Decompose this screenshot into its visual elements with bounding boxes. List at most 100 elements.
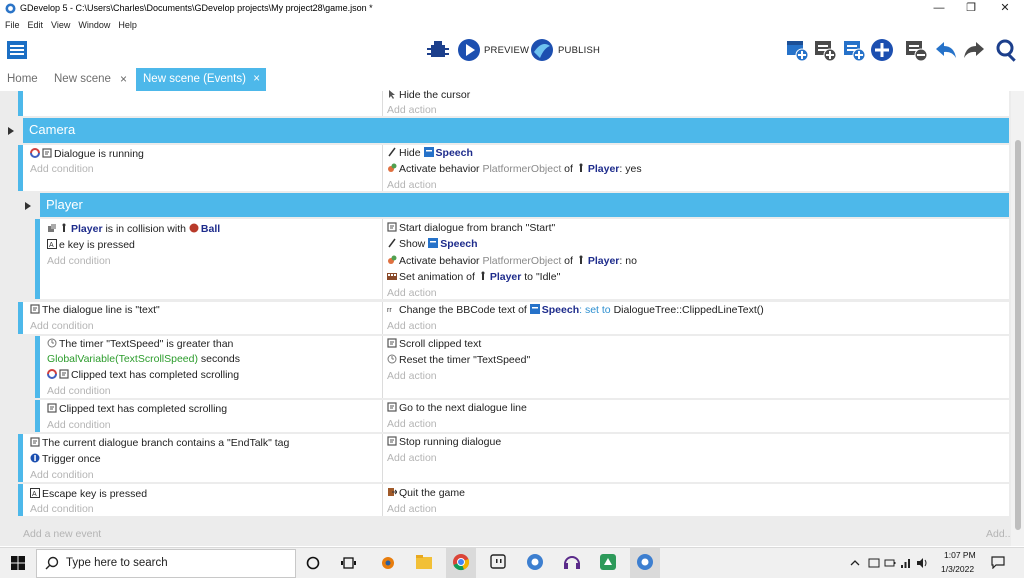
add-condition[interactable]: Add condition bbox=[30, 320, 94, 332]
add-comment-icon[interactable] bbox=[842, 38, 866, 62]
tray-chevron-up-icon[interactable] bbox=[850, 558, 860, 568]
battery-icon[interactable] bbox=[884, 557, 896, 569]
tab-home[interactable]: Home bbox=[7, 69, 38, 90]
restore-button[interactable]: ❐ bbox=[956, 0, 986, 18]
event-handle[interactable] bbox=[35, 400, 40, 432]
tab-scene[interactable]: New scene bbox=[54, 69, 111, 90]
task-view-icon[interactable] bbox=[341, 555, 357, 571]
condition-clipped-complete[interactable]: Clipped text has completed scrolling bbox=[47, 369, 239, 381]
add-action[interactable]: Add action bbox=[387, 104, 437, 116]
action-scroll-clipped[interactable]: Scroll clipped text bbox=[387, 338, 481, 350]
condition-trigger-once[interactable]: Trigger once bbox=[30, 453, 101, 465]
clock-time[interactable]: 1:07 PM bbox=[944, 550, 976, 560]
twitch-icon[interactable] bbox=[489, 553, 507, 571]
gdevelop-task-icon[interactable] bbox=[526, 553, 544, 571]
condition-collision[interactable]: Player is in collision with Ball bbox=[47, 223, 220, 235]
event-handle[interactable] bbox=[35, 336, 40, 398]
publish-label[interactable]: PUBLISH bbox=[558, 45, 600, 56]
event-handle[interactable] bbox=[18, 484, 23, 516]
action-stop-dialogue[interactable]: Stop running dialogue bbox=[387, 436, 501, 448]
tab-scene-close-icon[interactable]: × bbox=[120, 69, 127, 90]
windows-start-icon[interactable] bbox=[11, 556, 25, 570]
action-hide-speech[interactable]: Hide Speech bbox=[387, 147, 473, 159]
scrollbar-thumb[interactable] bbox=[1015, 140, 1021, 530]
add-event-icon[interactable] bbox=[785, 38, 809, 62]
event-row[interactable] bbox=[23, 91, 1009, 116]
add-action[interactable]: Add action bbox=[387, 503, 437, 515]
condition-dialogue-line[interactable]: The dialogue line is "text" bbox=[30, 304, 160, 316]
gdevelop-task-icon[interactable] bbox=[636, 553, 654, 571]
add-condition[interactable]: Add condition bbox=[47, 255, 111, 267]
project-manager-icon[interactable] bbox=[6, 39, 28, 61]
action-reset-timer[interactable]: Reset the timer "TextSpeed" bbox=[387, 354, 530, 366]
condition-endtalk-tag[interactable]: The current dialogue branch contains a "… bbox=[30, 437, 289, 449]
group-player[interactable]: Player bbox=[40, 193, 1009, 217]
condition-key-pressed[interactable]: Ae key is pressed bbox=[47, 239, 135, 251]
tab-events[interactable]: New scene (Events) × bbox=[136, 68, 266, 91]
preview-icon[interactable] bbox=[457, 38, 481, 62]
event-handle[interactable] bbox=[18, 302, 23, 334]
add-action[interactable]: Add action bbox=[387, 287, 437, 299]
add-something-icon[interactable] bbox=[870, 38, 894, 62]
chrome-icon[interactable] bbox=[452, 553, 470, 571]
group-camera[interactable]: Camera bbox=[23, 118, 1009, 143]
add-condition[interactable]: Add condition bbox=[30, 503, 94, 515]
search-icon[interactable] bbox=[995, 38, 1019, 62]
green-app-icon[interactable] bbox=[599, 553, 617, 571]
condition-escape-key[interactable]: A Escape key is pressed bbox=[30, 488, 147, 500]
add-condition[interactable]: Add condition bbox=[47, 385, 111, 397]
action-quit-game[interactable]: Quit the game bbox=[387, 487, 465, 499]
action-show-speech[interactable]: Show Speech bbox=[387, 238, 478, 250]
condition-clipped-complete[interactable]: Clipped text has completed scrolling bbox=[47, 403, 227, 415]
add-condition[interactable]: Add condition bbox=[47, 419, 111, 431]
condition-timer[interactable]: The timer "TextSpeed" is greater than bbox=[47, 338, 233, 350]
add-new-event[interactable]: Add a new event bbox=[23, 528, 101, 540]
event-row[interactable] bbox=[23, 484, 1009, 516]
add-action[interactable]: Add action bbox=[387, 370, 437, 382]
tray-app-icon[interactable] bbox=[868, 557, 880, 569]
add-action[interactable]: Add action bbox=[387, 179, 437, 191]
add-action[interactable]: Add action bbox=[387, 320, 437, 332]
menu-edit[interactable]: Edit bbox=[28, 18, 44, 32]
undo-icon[interactable] bbox=[934, 38, 958, 62]
debugger-icon[interactable] bbox=[426, 38, 450, 62]
event-handle[interactable] bbox=[18, 145, 23, 191]
action-activate-behavior[interactable]: Activate behavior PlatformerObject of Pl… bbox=[387, 255, 637, 267]
headset-app-icon[interactable] bbox=[563, 553, 581, 571]
menu-help[interactable]: Help bbox=[118, 18, 137, 32]
action-next-line[interactable]: Go to the next dialogue line bbox=[387, 402, 527, 414]
cortana-icon[interactable] bbox=[306, 556, 320, 570]
action-hide-cursor[interactable]: Hide the cursor bbox=[387, 89, 470, 101]
event-handle[interactable] bbox=[35, 219, 40, 299]
condition-dialogue-running[interactable]: Dialogue is running bbox=[30, 148, 144, 160]
delete-event-icon[interactable] bbox=[904, 38, 928, 62]
add-more-button[interactable]: Add... bbox=[986, 528, 1013, 540]
preview-label[interactable]: PREVIEW bbox=[484, 45, 529, 56]
event-handle[interactable] bbox=[18, 434, 23, 482]
add-action[interactable]: Add action bbox=[387, 418, 437, 430]
volume-icon[interactable] bbox=[916, 557, 928, 569]
action-set-animation[interactable]: Set animation of Player to "Idle" bbox=[387, 271, 560, 283]
redo-icon[interactable] bbox=[962, 38, 986, 62]
collapse-arrow-icon[interactable] bbox=[25, 202, 31, 210]
file-explorer-icon[interactable] bbox=[415, 553, 433, 571]
network-icon[interactable] bbox=[900, 557, 912, 569]
tab-events-close-icon[interactable]: × bbox=[253, 68, 260, 91]
action-activate-behavior[interactable]: Activate behavior PlatformerObject of Pl… bbox=[387, 163, 642, 175]
notification-icon[interactable] bbox=[991, 555, 1005, 569]
add-condition[interactable]: Add condition bbox=[30, 469, 94, 481]
menu-window[interactable]: Window bbox=[78, 18, 110, 32]
add-condition[interactable]: Add condition bbox=[30, 163, 94, 175]
add-subevent-icon[interactable] bbox=[813, 38, 837, 62]
publish-icon[interactable] bbox=[530, 38, 554, 62]
minimize-button[interactable]: — bbox=[924, 0, 954, 18]
menu-view[interactable]: View bbox=[51, 18, 70, 32]
clock-date[interactable]: 1/3/2022 bbox=[941, 564, 974, 574]
action-change-bbcode[interactable]: rr Change the BBCode text of Speech: set … bbox=[387, 304, 764, 316]
event-handle[interactable] bbox=[18, 91, 23, 116]
collapse-arrow-icon[interactable] bbox=[8, 127, 14, 135]
close-button[interactable]: ✕ bbox=[990, 0, 1020, 18]
add-action[interactable]: Add action bbox=[387, 452, 437, 464]
blender-icon[interactable] bbox=[378, 553, 396, 571]
action-start-dialogue[interactable]: Start dialogue from branch "Start" bbox=[387, 222, 555, 234]
